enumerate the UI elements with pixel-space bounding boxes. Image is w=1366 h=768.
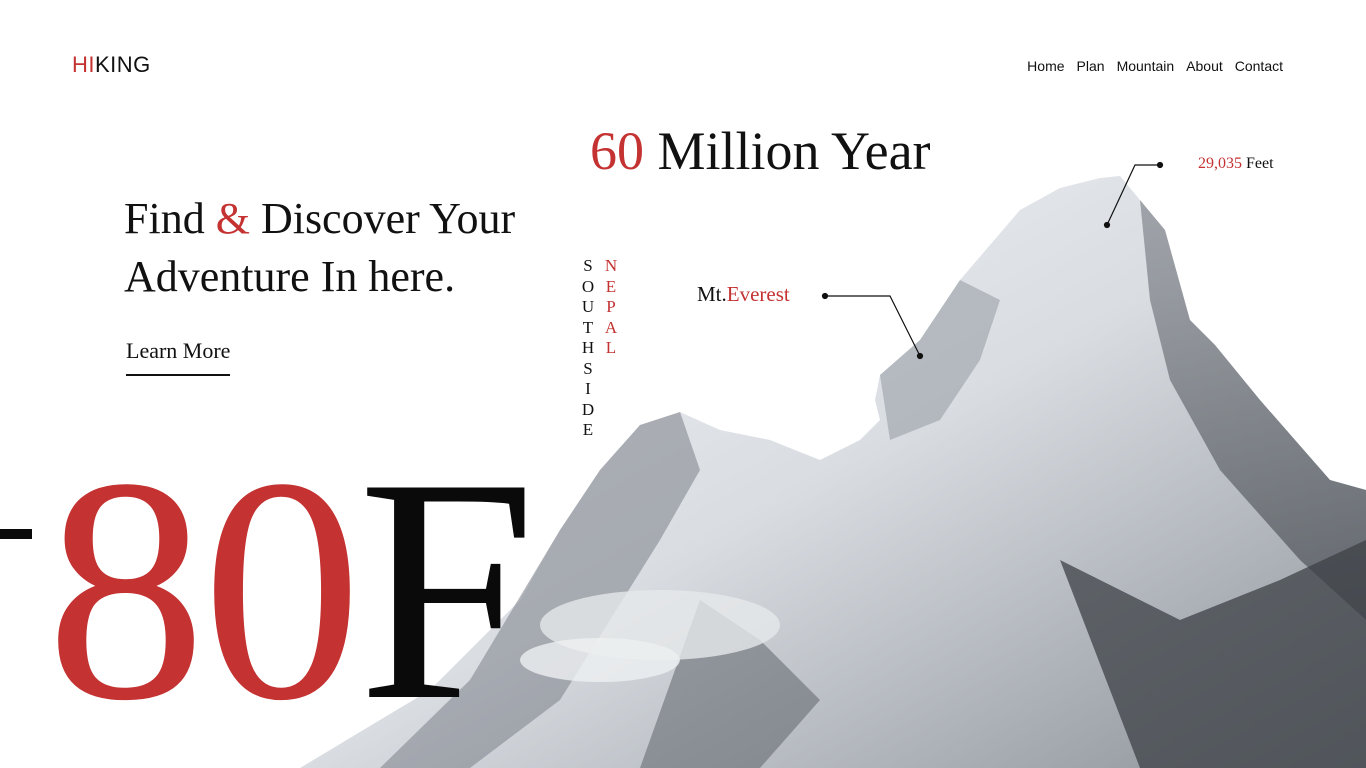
hero-title-word-find: Find bbox=[124, 194, 205, 243]
brand-logo-accent: HI bbox=[72, 52, 95, 77]
temperature-unit: F bbox=[358, 413, 536, 767]
temperature-display: 80F bbox=[0, 430, 536, 750]
age-stat-label: Million Year bbox=[657, 121, 931, 181]
brand-logo-rest: KING bbox=[95, 52, 151, 77]
brand-logo[interactable]: HIKING bbox=[72, 52, 151, 78]
age-stat-number: 60 bbox=[590, 121, 644, 181]
nav-mountain[interactable]: Mountain bbox=[1117, 58, 1175, 74]
hero-title-line1-rest: Discover Your bbox=[260, 194, 516, 243]
vertical-label-south-side: SOUTHSIDE bbox=[581, 256, 595, 439]
learn-more-link[interactable]: Learn More bbox=[126, 338, 231, 376]
peak-height-annotation: 29,035 Feet bbox=[1198, 155, 1274, 173]
age-stat: 60 Million Year bbox=[590, 120, 931, 182]
peak-name-prefix: Mt. bbox=[697, 282, 727, 306]
vertical-label-nepal: NEPAL bbox=[604, 256, 618, 357]
hero-title-ampersand: & bbox=[215, 194, 250, 243]
peak-name-annotation: Mt.Everest bbox=[697, 282, 790, 307]
main-nav: Home Plan Mountain About Contact bbox=[1027, 58, 1283, 74]
nav-home[interactable]: Home bbox=[1027, 58, 1064, 74]
nav-about[interactable]: About bbox=[1186, 58, 1223, 74]
hero-title: Find & Discover Your Adventure In here. bbox=[124, 190, 515, 306]
peak-name: Everest bbox=[726, 282, 790, 306]
temperature-value: 80 bbox=[46, 413, 362, 767]
nav-contact[interactable]: Contact bbox=[1235, 58, 1283, 74]
peak-height-value: 29,035 bbox=[1198, 155, 1242, 172]
hero-title-line2: Adventure In here. bbox=[124, 252, 456, 301]
nav-plan[interactable]: Plan bbox=[1077, 58, 1105, 74]
temperature-minus-sign bbox=[0, 528, 32, 539]
peak-height-unit: Feet bbox=[1246, 155, 1274, 172]
